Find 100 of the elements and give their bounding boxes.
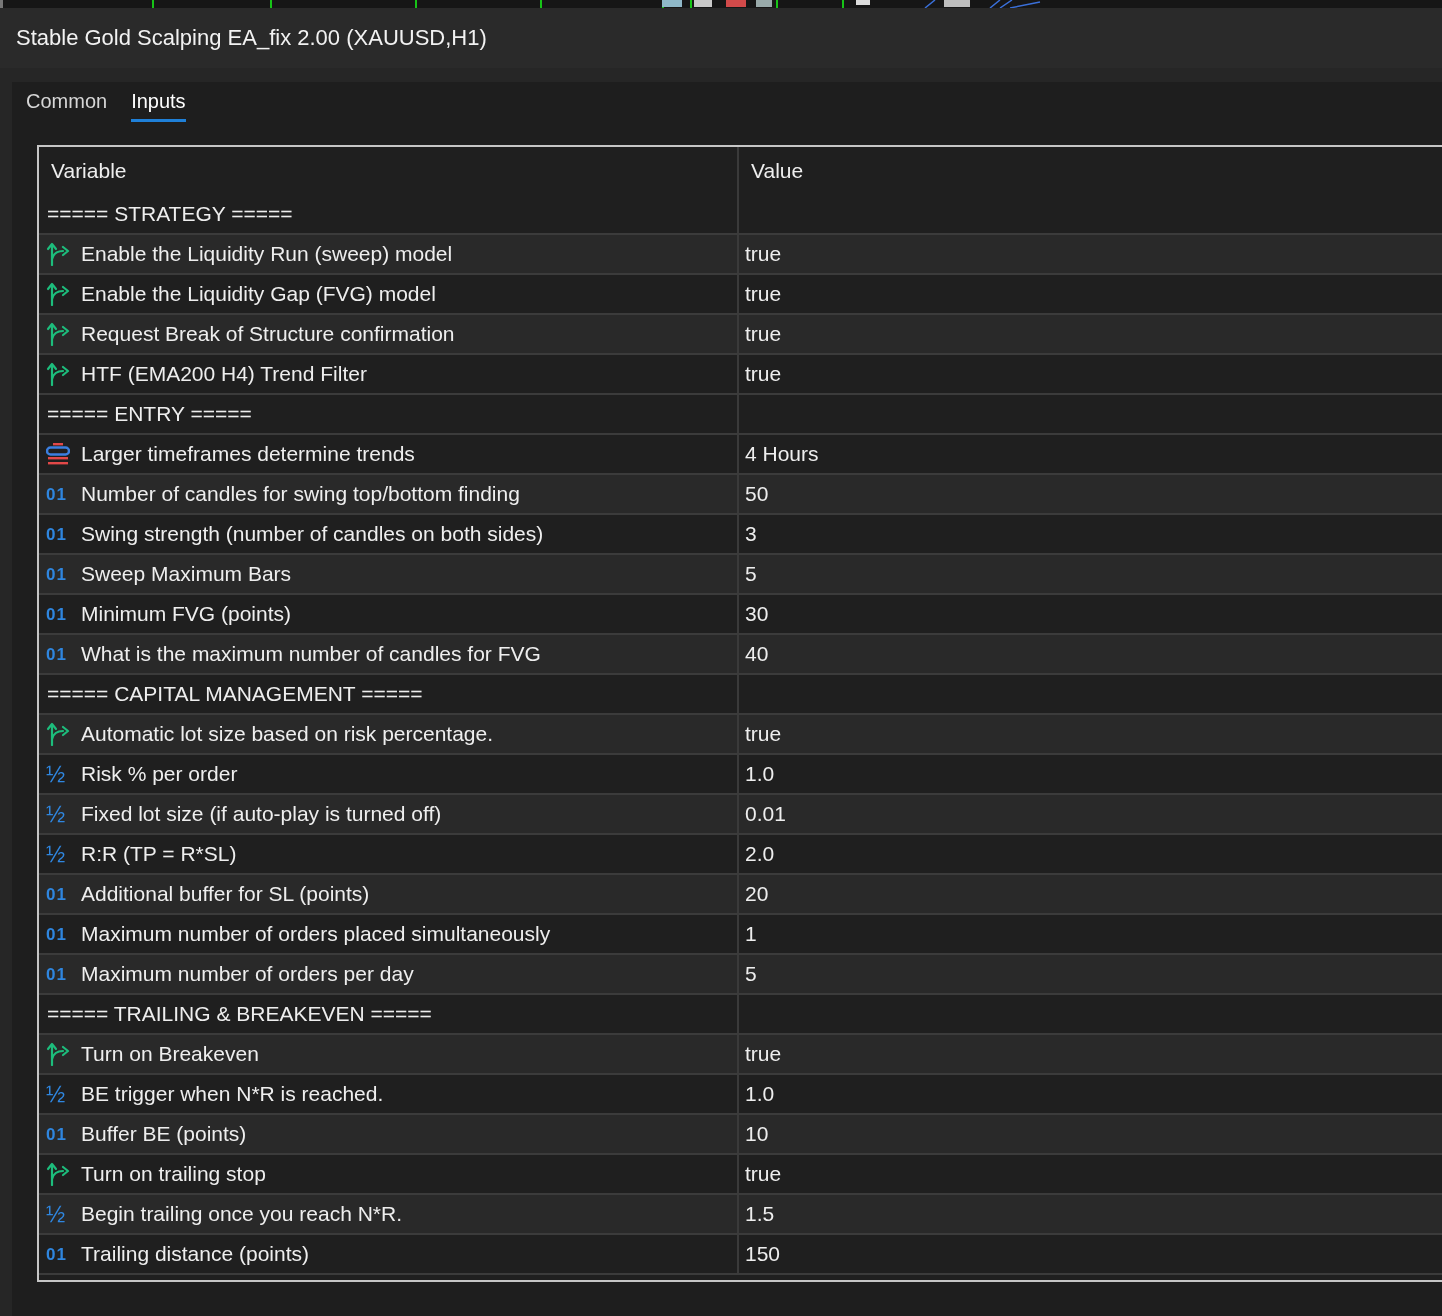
value-text: 3 — [745, 522, 757, 546]
tab[interactable]: Common — [26, 86, 108, 122]
table-row[interactable]: 01 Maximum number of orders placed simultaneously 1 — [39, 915, 1442, 955]
section-label: ===== ENTRY ===== — [47, 402, 252, 426]
variable-label: HTF (EMA200 H4) Trend Filter — [81, 362, 367, 386]
table-row[interactable]: Turn on Breakeven true — [39, 1035, 1442, 1075]
variable-label: Fixed lot size (if auto-play is turned off) — [81, 802, 442, 826]
value-text: 1 — [745, 922, 757, 946]
variable-label: Additional buffer for SL (points) — [81, 882, 370, 906]
fraction-type-icon: ½ — [46, 842, 66, 866]
variable-label: Number of candles for swing top/bottom finding — [81, 482, 520, 506]
value-text: 5 — [745, 562, 757, 586]
branch-arrow-icon — [46, 282, 71, 306]
fraction-type-icon: ½ — [46, 1202, 66, 1226]
value-text: true — [745, 1042, 782, 1066]
table-row[interactable]: Enable the Liquidity Run (sweep) model true — [39, 235, 1442, 275]
table-row[interactable]: ½ Fixed lot size (if auto-play is turned off) 0.01 — [39, 795, 1442, 835]
value-text: true — [745, 722, 782, 746]
table-row[interactable]: 01 Number of candles for swing top/bottom finding 50 — [39, 475, 1442, 515]
variable-label: Buffer BE (points) — [81, 1122, 247, 1146]
variable-label: Trailing distance (points) — [81, 1242, 309, 1266]
value-text: 20 — [745, 882, 769, 906]
table-row[interactable]: 01 Sweep Maximum Bars 5 — [39, 555, 1442, 595]
integer-type-icon: 01 — [46, 925, 67, 943]
integer-type-icon: 01 — [46, 1125, 67, 1143]
variable-label: Automatic lot size based on risk percentage. — [81, 722, 494, 746]
value-text: 30 — [745, 602, 769, 626]
table-row[interactable]: ½ Risk % per order 1.0 — [39, 755, 1442, 795]
table-row[interactable]: 01 Swing strength (number of candles on both sides) 3 — [39, 515, 1442, 555]
branch-arrow-icon — [46, 1162, 71, 1186]
table-row[interactable]: Enable the Liquidity Gap (FVG) model true — [39, 275, 1442, 315]
table-row[interactable]: 01 Buffer BE (points) 10 — [39, 1115, 1442, 1155]
table-row[interactable]: ½ BE trigger when N*R is reached. 1.0 — [39, 1075, 1442, 1115]
section-row[interactable]: ===== TRAILING & BREAKEVEN ===== — [39, 995, 1442, 1035]
table-row[interactable]: 01 Maximum number of orders per day 5 — [39, 955, 1442, 995]
value-text: true — [745, 282, 782, 306]
branch-arrow-icon — [46, 1042, 71, 1066]
integer-type-icon: 01 — [46, 525, 67, 543]
value-text: 10 — [745, 1122, 769, 1146]
variable-label: Begin trailing once you reach N*R. — [81, 1202, 402, 1226]
value-text: true — [745, 362, 782, 386]
fraction-type-icon: ½ — [46, 762, 66, 786]
integer-type-icon: 01 — [46, 605, 67, 623]
fraction-type-icon: ½ — [46, 802, 66, 826]
branch-arrow-icon — [46, 322, 71, 346]
value-text: 2.0 — [745, 842, 775, 866]
table-row[interactable]: 01 Minimum FVG (points) 30 — [39, 595, 1442, 635]
table-row[interactable]: 01 Trailing distance (points) 150 — [39, 1235, 1442, 1275]
variable-label: Enable the Liquidity Gap (FVG) model — [81, 282, 436, 306]
integer-type-icon: 01 — [46, 565, 67, 583]
variable-label: Turn on trailing stop — [81, 1162, 266, 1186]
column-header: Variable — [51, 159, 127, 182]
section-row[interactable]: ===== STRATEGY ===== — [39, 195, 1442, 235]
branch-arrow-icon — [46, 242, 71, 266]
variable-label: Maximum number of orders per day — [81, 962, 414, 986]
window-title: Stable Gold Scalping EA_fix 2.00 (XAUUSD,H1) — [16, 25, 487, 51]
value-text: 50 — [745, 482, 769, 506]
section-row[interactable]: ===== CAPITAL MANAGEMENT ===== — [39, 675, 1442, 715]
value-text: 4 Hours — [745, 442, 819, 466]
table-row[interactable]: Automatic lot size based on risk percentage. true — [39, 715, 1442, 755]
column-header: Value — [751, 159, 804, 182]
value-text: true — [745, 322, 782, 346]
integer-type-icon: 01 — [46, 485, 67, 503]
table-row[interactable]: HTF (EMA200 H4) Trend Filter true — [39, 355, 1442, 395]
variable-label: Turn on Breakeven — [81, 1042, 259, 1066]
integer-type-icon: 01 — [46, 885, 67, 903]
value-text: 1.0 — [745, 762, 775, 786]
table-row[interactable]: 01 What is the maximum number of candles for FVG 40 — [39, 635, 1442, 675]
value-text: 40 — [745, 642, 769, 666]
value-text: 1.5 — [745, 1202, 775, 1226]
tab[interactable]: Inputs — [131, 86, 186, 122]
variable-label: What is the maximum number of candles for FVG — [81, 642, 541, 666]
table-row[interactable]: ½ R:R (TP = R*SL) 2.0 — [39, 835, 1442, 875]
section-label: ===== STRATEGY ===== — [47, 202, 293, 226]
section-label: ===== CAPITAL MANAGEMENT ===== — [47, 682, 423, 706]
fraction-type-icon: ½ — [46, 1082, 66, 1106]
table-row[interactable]: Larger timeframes determine trends 4 Hours — [39, 435, 1442, 475]
variable-label: Sweep Maximum Bars — [81, 562, 292, 586]
variable-label: R:R (TP = R*SL) — [81, 842, 237, 866]
integer-type-icon: 01 — [46, 645, 67, 663]
variable-label: BE trigger when N*R is reached. — [81, 1082, 384, 1106]
table-row[interactable]: Request Break of Structure confirmation true — [39, 315, 1442, 355]
variable-label: Larger timeframes determine trends — [81, 442, 415, 466]
list-icon — [46, 442, 70, 466]
value-text: 5 — [745, 962, 757, 986]
branch-arrow-icon — [46, 362, 71, 386]
section-row[interactable]: ===== ENTRY ===== — [39, 395, 1442, 435]
variable-label: Request Break of Structure confirmation — [81, 322, 455, 346]
variable-label: Swing strength (number of candles on both sides) — [81, 522, 544, 546]
value-text: 150 — [745, 1242, 781, 1266]
integer-type-icon: 01 — [46, 965, 67, 983]
value-text: 1.0 — [745, 1082, 775, 1106]
section-label: ===== TRAILING & BREAKEVEN ===== — [47, 1002, 432, 1026]
table-row[interactable]: 01 Additional buffer for SL (points) 20 — [39, 875, 1442, 915]
value-text: true — [745, 242, 782, 266]
value-text: 0.01 — [745, 802, 786, 826]
table-row[interactable]: Turn on trailing stop true — [39, 1155, 1442, 1195]
variable-label: Maximum number of orders placed simultaneously — [81, 922, 551, 946]
table-row[interactable]: ½ Begin trailing once you reach N*R. 1.5 — [39, 1195, 1442, 1235]
variable-label: Minimum FVG (points) — [81, 602, 292, 626]
